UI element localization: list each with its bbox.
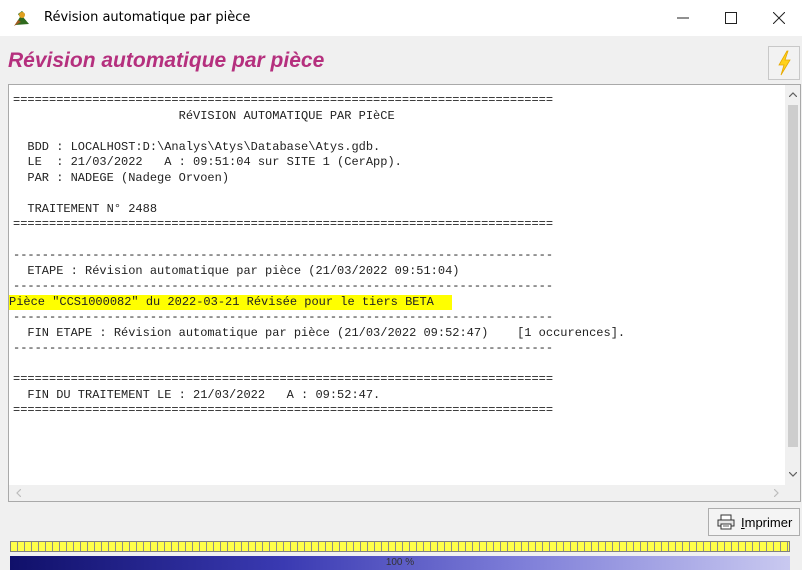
report-line: Pièce "CCS1000082" du 2022-03-21 Révisée… — [9, 294, 452, 310]
report-line: ETAPE : Révision automatique par pièce (… — [13, 263, 460, 278]
report-line: ----------------------------------------… — [13, 248, 554, 262]
report-line: ========================================… — [13, 217, 554, 231]
vertical-scroll-thumb[interactable] — [788, 105, 798, 447]
report-line: FIN DU TRAITEMENT LE : 21/03/2022 A : 09… — [13, 387, 381, 402]
scrollbar-corner — [785, 485, 800, 501]
scroll-down-arrow[interactable] — [785, 465, 800, 483]
report-line: ========================================… — [13, 93, 554, 107]
maximize-icon — [725, 12, 737, 24]
scroll-right-arrow[interactable] — [767, 485, 785, 501]
report-line: ========================================… — [13, 403, 554, 417]
vertical-scrollbar[interactable] — [785, 85, 800, 485]
report-line: LE : 21/03/2022 A : 09:51:04 sur SITE 1 … — [13, 155, 402, 169]
report-text-area[interactable]: ========================================… — [9, 85, 785, 485]
minimize-icon — [677, 17, 689, 19]
close-button[interactable] — [756, 0, 802, 36]
close-icon — [773, 12, 785, 24]
page-title: Révision automatique par pièce — [8, 49, 325, 72]
status-segment-bar — [10, 541, 790, 552]
report-panel: ========================================… — [8, 84, 801, 502]
chevron-left-icon — [15, 489, 21, 497]
report-line: ----------------------------------------… — [13, 279, 554, 293]
app-icon — [12, 8, 32, 28]
report-line: TRAITEMENT N° 2488 — [13, 201, 158, 216]
report-line: ----------------------------------------… — [13, 341, 554, 355]
print-button[interactable]: Imprimer — [708, 508, 800, 536]
lightning-icon — [778, 50, 791, 76]
report-line: PAR : NADEGE (Nadege Orvoen) — [13, 170, 230, 185]
lightning-button[interactable] — [768, 46, 800, 80]
report-line: FIN ETAPE : Révision automatique par piè… — [13, 325, 626, 340]
chevron-up-icon — [789, 91, 797, 97]
print-button-label: Imprimer — [741, 514, 793, 530]
printer-icon — [717, 514, 735, 530]
progress-percent-text: 100 % — [385, 557, 415, 568]
scroll-left-arrow[interactable] — [9, 485, 27, 501]
report-line: ----------------------------------------… — [13, 310, 554, 324]
scroll-up-arrow[interactable] — [785, 85, 800, 103]
report-line: BDD : LOCALHOST:D:\Analys\Atys\Database\… — [13, 139, 381, 154]
minimize-button[interactable] — [660, 0, 706, 36]
window-titlebar: Révision automatique par pièce — [0, 0, 802, 36]
progress-bar: 100 % — [10, 556, 790, 570]
chevron-right-icon — [773, 489, 779, 497]
horizontal-scrollbar[interactable] — [9, 485, 785, 501]
maximize-button[interactable] — [708, 0, 754, 36]
chevron-down-icon — [789, 471, 797, 477]
report-line: RéVISION AUTOMATIQUE PAR PIèCE — [13, 108, 395, 123]
window-title: Révision automatique par pièce — [44, 10, 251, 25]
report-line: ========================================… — [13, 372, 554, 386]
